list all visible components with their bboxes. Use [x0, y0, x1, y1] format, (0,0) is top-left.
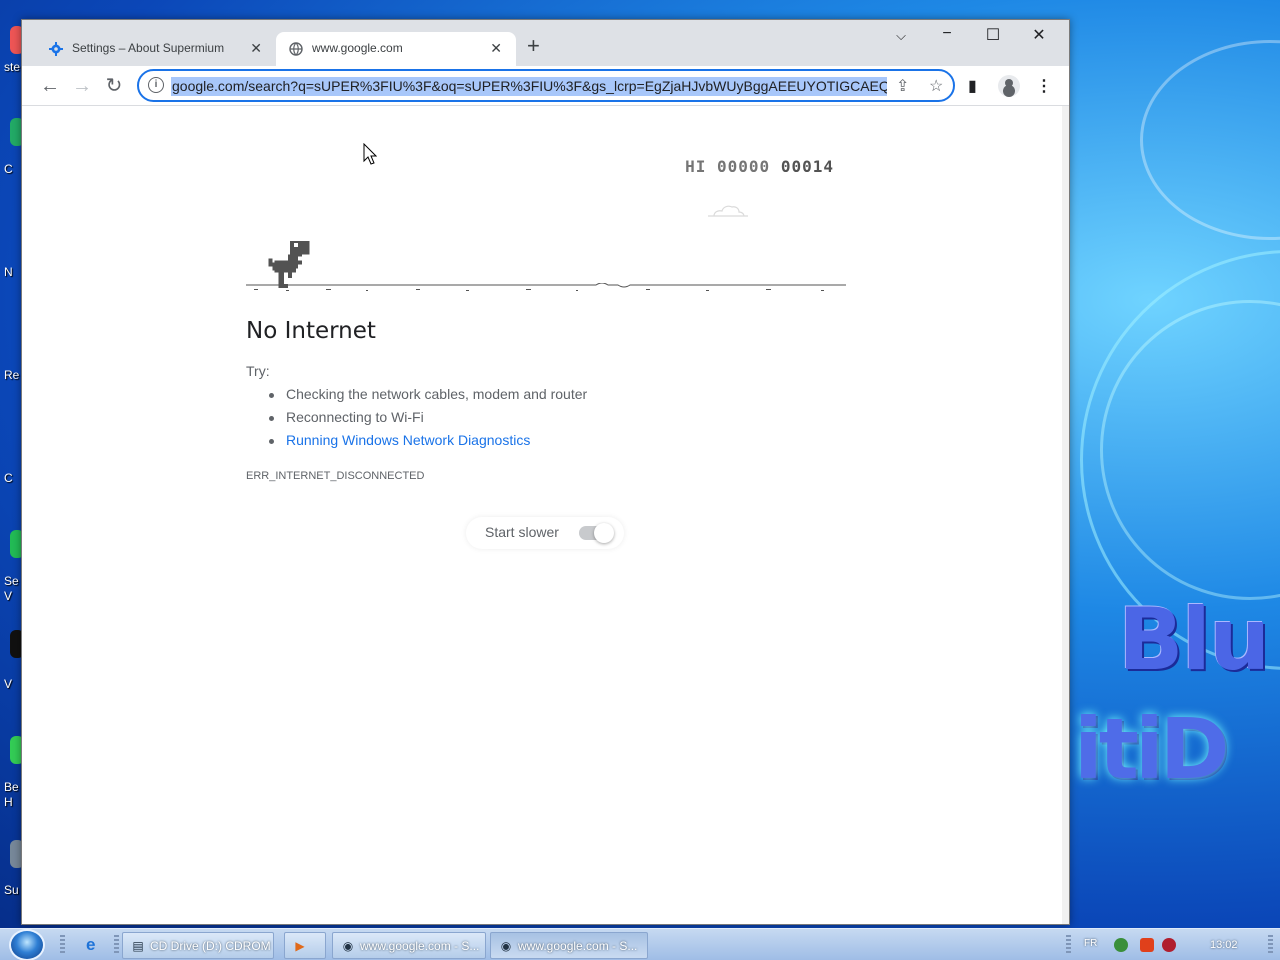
taskbar-button-media[interactable]: ▶ [284, 932, 326, 959]
desktop-icon-label[interactable]: C [4, 471, 13, 485]
site-info-icon[interactable]: i [148, 77, 164, 93]
taskbar-button-label: CD Drive (D:) CDROM [150, 938, 271, 953]
taskbar-grip [1066, 935, 1071, 955]
tab-search-icon[interactable]: ⌵ [878, 28, 924, 44]
current-score: 00014 [780, 157, 834, 176]
tab-google[interactable]: www.google.com ✕ [276, 32, 516, 66]
browser-icon: ◉ [342, 938, 354, 953]
taskbar-button-browser-2[interactable]: ◉ www.google.com - S... [490, 932, 648, 959]
network-tray-icon[interactable] [1114, 938, 1128, 952]
maximize-button[interactable]: ☐ [970, 25, 1016, 45]
browser-window: Settings – About Supermium ✕ www.google.… [21, 19, 1070, 925]
tab-title: Settings – About Supermium [72, 41, 225, 55]
suggestion-item: Reconnecting to Wi-Fi [268, 409, 587, 432]
minimize-button[interactable]: − [924, 25, 970, 43]
desktop-icon-label[interactable]: H [4, 795, 13, 809]
desktop-swirl [1140, 40, 1280, 240]
back-button[interactable]: ← [38, 74, 62, 98]
language-indicator[interactable]: FR [1084, 938, 1097, 949]
taskbar: e ▤ CD Drive (D:) CDROM ▶ ◉ www.google.c… [0, 928, 1280, 960]
desktop-icon-label[interactable]: Se [4, 574, 19, 588]
dinosaur-icon [268, 241, 310, 288]
side-panel-icon[interactable]: ▮ [968, 76, 977, 96]
try-label: Try: [246, 363, 270, 379]
desktop-icon-label[interactable]: Su [4, 883, 19, 897]
network-diagnostics-link[interactable]: Running Windows Network Diagnostics [268, 432, 587, 455]
desktop-brand-text-2: itiD [1074, 700, 1229, 798]
close-tab-icon[interactable]: ✕ [490, 40, 502, 57]
notification-tray-icon[interactable] [1140, 938, 1154, 952]
error-code: ERR_INTERNET_DISCONNECTED [246, 470, 425, 482]
high-score-label: HI [685, 157, 707, 176]
start-button[interactable] [9, 929, 45, 960]
url-text[interactable]: google.com/search?q=sUPER%3FIU%3F&oq=sUP… [171, 77, 887, 96]
volume-tray-icon[interactable] [1162, 938, 1176, 952]
tab-strip: Settings – About Supermium ✕ www.google.… [22, 20, 1069, 66]
error-title: No Internet [246, 318, 376, 344]
desktop-icon-label[interactable]: ste [4, 60, 20, 74]
drive-icon: ▤ [132, 938, 144, 953]
close-window-button[interactable]: ✕ [1016, 25, 1062, 45]
cloud-icon [708, 205, 748, 217]
media-player-icon: ▶ [295, 938, 305, 953]
desktop-brand-text: Blu [1118, 590, 1270, 690]
gear-icon [48, 41, 64, 57]
ground-line [246, 283, 846, 291]
tab-settings[interactable]: Settings – About Supermium ✕ [32, 32, 276, 66]
mouse-cursor-icon [363, 143, 377, 165]
desktop-icon-label[interactable]: N [4, 265, 13, 279]
bookmark-star-icon[interactable]: ☆ [929, 76, 943, 96]
taskbar-button-browser-1[interactable]: ◉ www.google.com - S... [332, 932, 486, 959]
high-score: 00000 [717, 157, 771, 176]
globe-icon [288, 41, 304, 57]
taskbar-button-label: www.google.com - S... [518, 938, 638, 953]
new-tab-button[interactable]: + [527, 35, 540, 57]
game-score: HI 00000 00014 [685, 157, 834, 176]
browser-icon: ◉ [500, 938, 512, 953]
address-bar[interactable]: i google.com/search?q=sUPER%3FIU%3F&oq=s… [137, 69, 955, 102]
taskbar-button-label: www.google.com - S... [360, 938, 480, 953]
share-icon[interactable]: ⇪ [896, 76, 909, 96]
desktop-icon-label[interactable]: C [4, 162, 13, 176]
menu-kebab-icon[interactable]: ⋮ [1036, 76, 1052, 96]
taskbar-grip [60, 935, 65, 955]
desktop-icon-label[interactable]: Be [4, 780, 19, 794]
start-slower-control[interactable]: Start slower [466, 517, 624, 549]
internet-explorer-icon[interactable]: e [86, 935, 108, 955]
forward-button[interactable]: → [70, 74, 94, 98]
dino-game[interactable]: HI 00000 00014 [246, 147, 846, 297]
suggestion-item: Checking the network cables, modem and r… [268, 386, 587, 409]
close-tab-icon[interactable]: ✕ [250, 40, 262, 57]
browser-toolbar: ← → ↻ i google.com/search?q=sUPER%3FIU%3… [22, 66, 1069, 106]
window-edge [1062, 106, 1069, 924]
desktop-icon-label[interactable]: Re [4, 368, 19, 382]
reload-button[interactable]: ↻ [102, 74, 126, 98]
tab-title: www.google.com [312, 41, 403, 55]
show-desktop-grip[interactable] [1268, 935, 1273, 955]
desktop-icon-label[interactable]: V [4, 589, 12, 603]
taskbar-grip [114, 935, 119, 955]
page-content: HI 00000 00014 No Internet Try: Checking… [22, 107, 1062, 924]
suggestions-list: Checking the network cables, modem and r… [268, 386, 587, 455]
profile-avatar[interactable] [998, 75, 1020, 97]
start-slower-toggle[interactable] [579, 523, 614, 543]
start-slower-label: Start slower [485, 524, 559, 540]
taskbar-button-cd-drive[interactable]: ▤ CD Drive (D:) CDROM [122, 932, 274, 959]
desktop-icon-label[interactable]: V [4, 677, 12, 691]
taskbar-clock[interactable]: 13:02 [1210, 939, 1238, 951]
